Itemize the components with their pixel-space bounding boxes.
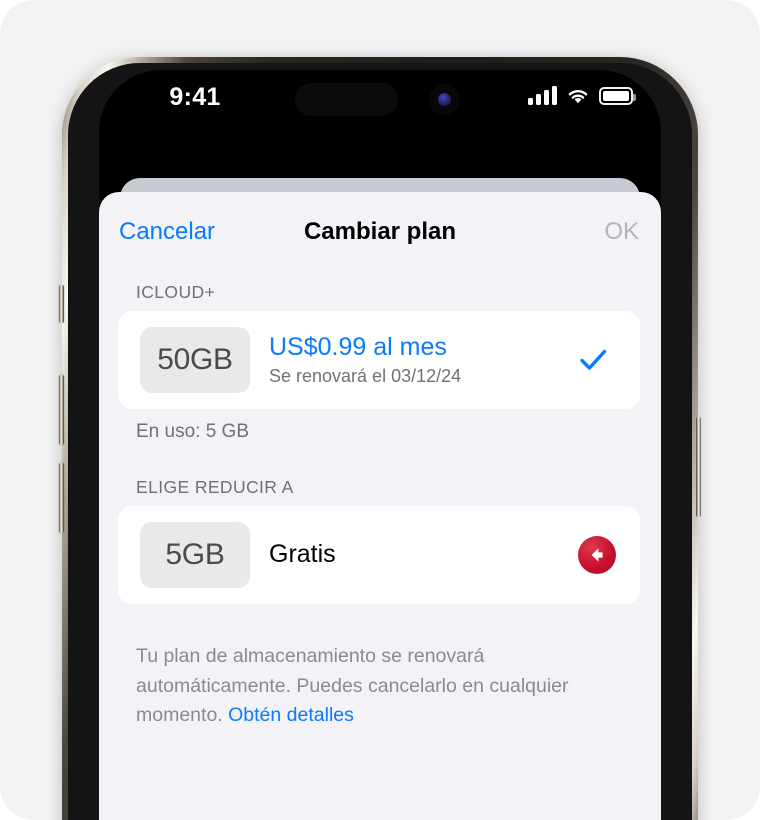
storage-usage-label: En uso: 5 GB	[136, 421, 250, 442]
current-plan-row[interactable]: 50GB US$0.99 al mes Se renovará el 03/12…	[118, 311, 640, 409]
power-button[interactable]	[696, 417, 701, 517]
section-header-downgrade: ELIGE REDUCIR A	[136, 477, 294, 497]
footer-disclaimer: Tu plan de almacenamiento se renovará au…	[136, 642, 624, 731]
current-plan-renewal-date: Se renovará el 03/12/24	[269, 365, 462, 386]
action-button[interactable]	[59, 285, 64, 323]
ok-button[interactable]: OK	[604, 218, 639, 246]
section-header-icloud-plus: ICLOUD+	[136, 282, 216, 302]
dynamic-island	[295, 83, 398, 116]
storage-badge-50gb: 50GB	[140, 327, 250, 393]
sheet-nav-bar: Cancelar Cambiar plan OK	[99, 192, 661, 264]
change-plan-sheet: Cancelar Cambiar plan OK ICLOUD+ 50GB US…	[99, 192, 661, 820]
cellular-signal-icon	[528, 86, 557, 105]
status-bar: 9:41	[99, 70, 661, 130]
arrow-left-glyph	[591, 548, 603, 562]
battery-level-fill	[603, 90, 629, 101]
checkmark-icon	[580, 349, 607, 370]
arrow-left-circle-icon	[578, 536, 616, 574]
storage-badge-5gb: 5GB	[140, 522, 250, 588]
wifi-icon	[568, 90, 588, 104]
downgrade-plan-details: Gratis	[269, 540, 578, 570]
downgrade-plan-row[interactable]: 5GB Gratis	[118, 506, 640, 604]
get-details-link[interactable]: Obtén detalles	[228, 704, 354, 726]
status-bar-indicators	[528, 86, 636, 105]
status-bar-time: 9:41	[169, 83, 221, 111]
page-background: 9:41 Cancelar Cambiar plan OK ICLOUD+ 50…	[0, 0, 760, 820]
page-title: Cambiar plan	[303, 218, 457, 245]
device-screen: 9:41 Cancelar Cambiar plan OK ICLOUD+ 50…	[99, 70, 661, 820]
current-plan-price: US$0.99 al mes	[269, 333, 447, 362]
battery-icon	[599, 86, 636, 105]
downgrade-plan-price: Gratis	[269, 540, 336, 569]
current-plan-details: US$0.99 al mes Se renovará el 03/12/24	[269, 333, 578, 387]
volume-up-button[interactable]	[59, 375, 64, 445]
volume-down-button[interactable]	[59, 463, 64, 533]
front-camera-lens	[429, 84, 460, 115]
iphone-device-frame: 9:41 Cancelar Cambiar plan OK ICLOUD+ 50…	[59, 57, 701, 820]
